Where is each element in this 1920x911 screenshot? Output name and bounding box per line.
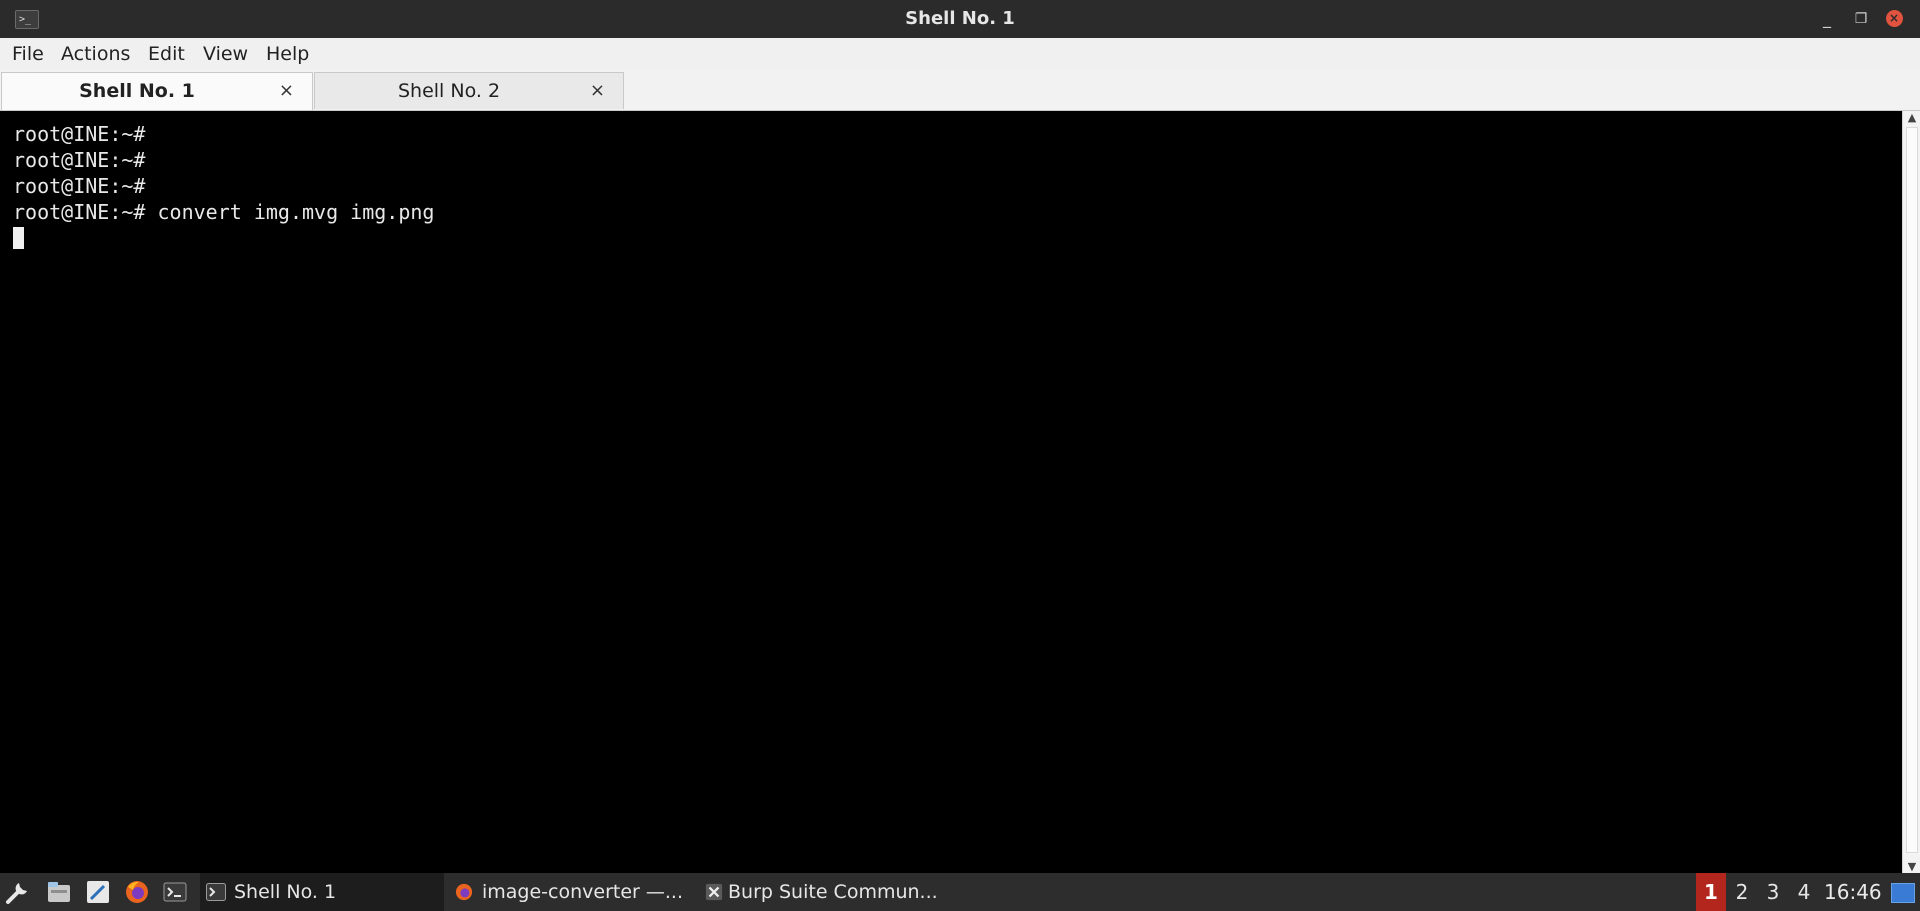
terminal-line: root@INE:~# (13, 148, 146, 172)
workspace-4[interactable]: 4 (1789, 873, 1819, 911)
task-label: Shell No. 1 (234, 881, 337, 903)
taskbar: Shell No. 1 image-converter —... Burp Su… (0, 873, 1920, 911)
close-icon: × (1885, 10, 1903, 27)
window-title: Shell No. 1 (905, 8, 1015, 29)
tab-close-icon[interactable]: × (279, 73, 294, 109)
menu-edit[interactable]: Edit (148, 38, 185, 70)
terminal-line: root@INE:~# (13, 174, 146, 198)
task-label: image-converter —... (482, 881, 684, 903)
menu-help[interactable]: Help (266, 38, 309, 70)
tab-shell-2[interactable]: Shell No. 2 × (314, 72, 624, 109)
minimize-button[interactable]: _ (1816, 8, 1838, 30)
menu-file[interactable]: File (12, 38, 44, 70)
file-manager-icon[interactable] (46, 879, 72, 905)
settings-tool-icon[interactable] (5, 879, 31, 905)
workspace-1[interactable]: 1 (1696, 873, 1726, 911)
menu-view[interactable]: View (203, 38, 248, 70)
task-label: Burp Suite Commun... (728, 881, 938, 903)
task-shell-1[interactable]: Shell No. 1 (200, 873, 444, 911)
firefox-icon[interactable] (124, 879, 150, 905)
terminal-output[interactable]: root@INE:~# root@INE:~# root@INE:~# root… (0, 111, 1902, 873)
clock[interactable]: 16:46 (1824, 873, 1882, 911)
vertical-scrollbar[interactable]: ▲ ▼ (1902, 111, 1920, 873)
workspace-3[interactable]: 3 (1758, 873, 1788, 911)
terminal-line: root@INE:~# (13, 122, 146, 146)
close-window-button[interactable]: × (1883, 8, 1905, 30)
scrollbar-thumb[interactable] (1906, 127, 1918, 853)
tab-label: Shell No. 1 (79, 80, 195, 102)
menu-bar: File Actions Edit View Help (0, 38, 1920, 71)
terminal-icon[interactable] (162, 879, 188, 905)
menu-actions[interactable]: Actions (61, 38, 130, 70)
text-cursor (13, 227, 24, 249)
terminal-icon (206, 883, 226, 901)
show-desktop-icon[interactable] (1891, 883, 1915, 903)
terminal-line: root@INE:~# convert img.mvg img.png (13, 200, 435, 224)
scroll-up-icon[interactable]: ▲ (1903, 111, 1920, 124)
title-bar: >_ Shell No. 1 _ ❐ × (0, 0, 1920, 38)
maximize-button[interactable]: ❐ (1850, 8, 1872, 30)
close-x-icon (705, 883, 723, 901)
task-image-converter[interactable]: image-converter —... (448, 873, 686, 911)
text-editor-icon[interactable] (85, 879, 111, 905)
scroll-down-icon[interactable]: ▼ (1903, 860, 1920, 873)
firefox-icon (455, 883, 473, 901)
workspace-2[interactable]: 2 (1727, 873, 1757, 911)
tab-close-icon[interactable]: × (590, 73, 605, 109)
tab-shell-1[interactable]: Shell No. 1 × (1, 72, 313, 110)
tab-bar: Shell No. 1 × Shell No. 2 × (0, 70, 1920, 111)
task-burp-suite[interactable]: Burp Suite Commun... (698, 873, 948, 911)
tab-label: Shell No. 2 (397, 80, 501, 102)
